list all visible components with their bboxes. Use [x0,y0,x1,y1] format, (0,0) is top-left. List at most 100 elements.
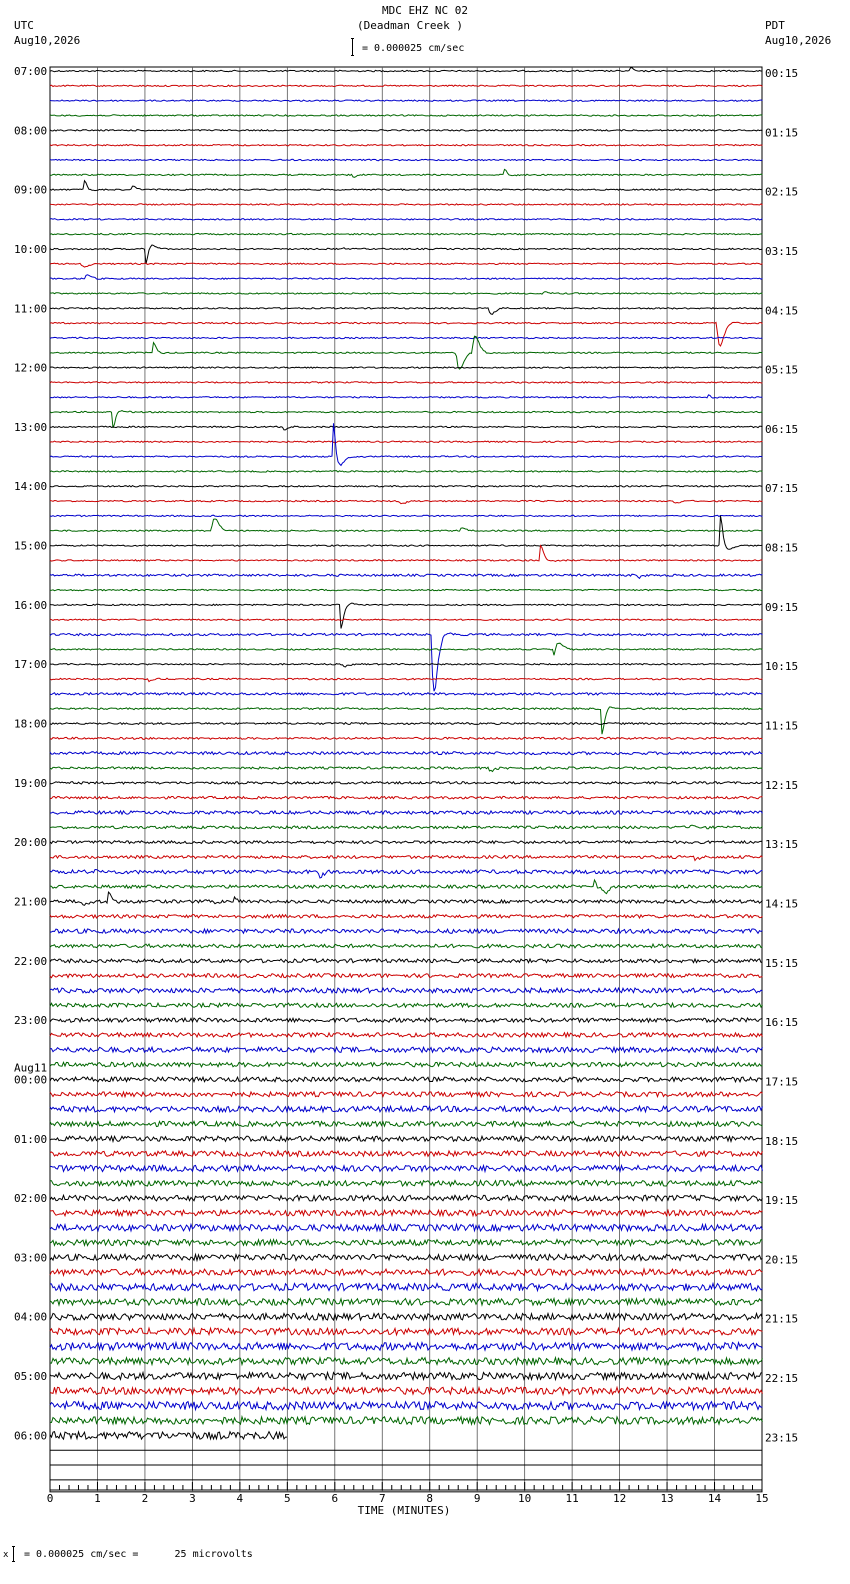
seismic-trace [49,440,763,444]
utc-hour-label: 17:00 [14,658,47,671]
seismic-trace [49,839,763,845]
seismic-trace [49,179,763,192]
utc-hour-label: 04:00 [14,1311,47,1324]
utc-hour-label: 15:00 [14,540,47,553]
seismic-trace [49,972,763,979]
x-tick-label: 10 [518,1492,531,1505]
pdt-hour-label: 20:15 [765,1253,798,1266]
pdt-hour-label: 06:15 [765,423,798,436]
seismic-trace [49,1193,763,1203]
seismic-trace [49,780,763,785]
seismic-trace [49,1281,763,1293]
pdt-hour-label: 22:15 [765,1372,798,1385]
seismic-trace [49,470,763,473]
seismic-trace [49,927,763,935]
utc-hour-label: 03:00 [14,1251,47,1264]
pdt-hour-label: 03:15 [765,245,798,258]
seismic-trace [49,795,763,800]
seismic-trace [49,499,763,505]
utc-hour-label: 12:00 [14,362,47,375]
seismic-trace [49,410,763,428]
seismic-trace [49,84,763,88]
seismic-trace [49,1045,763,1054]
seismic-trace [49,306,763,315]
seismic-trace [49,1016,763,1024]
seismic-trace [50,1179,763,1188]
utc-hour-label: 02:00 [14,1192,47,1205]
seismic-trace [49,114,763,117]
utc-hour-label: 16:00 [14,599,47,612]
utc-hour-label: 10:00 [14,243,47,256]
seismic-trace [49,518,763,533]
seismic-trace [49,425,763,431]
seismic-trace [49,1001,763,1009]
seismic-trace [49,544,763,562]
seismic-trace [49,691,763,696]
pdt-hour-label: 05:15 [765,364,798,377]
x-tick-label: 1 [94,1492,101,1505]
pdt-hour-label: 04:15 [765,304,798,317]
seismic-trace [49,143,763,147]
seismic-trace [49,1119,763,1128]
seismic-trace [49,573,763,580]
seismic-trace [49,957,763,964]
seismic-trace [49,1163,763,1174]
seismic-trace [49,1090,763,1099]
x-tick-label: 0 [47,1492,54,1505]
pdt-hour-label: 21:15 [765,1313,798,1326]
seismic-trace [49,706,763,735]
utc-hour-label: 19:00 [14,777,47,790]
pdt-hour-label: 10:15 [765,660,798,673]
seismic-trace [49,588,763,592]
utc-hour-label: 20:00 [14,836,47,849]
seismic-trace [49,99,763,103]
seismic-trace [49,1149,763,1158]
seismic-trace [49,232,763,236]
seismic-trace [49,262,763,268]
seismic-trace [49,168,763,178]
utc-hour-label: 11:00 [14,302,47,315]
seismic-trace [49,1031,763,1039]
seismic-trace [49,1222,763,1233]
seismic-trace [49,1104,763,1114]
seismic-trace [49,335,763,370]
x-tick-label: 6 [331,1492,338,1505]
seismic-trace [49,366,763,369]
utc-hour-label: 21:00 [14,895,47,908]
seismic-trace [49,986,763,995]
x-tick-label: 13 [660,1492,673,1505]
seismic-trace [49,868,763,879]
utc-hour-label: 23:00 [14,1014,47,1027]
helicorder-plot: 07:00 08:00 09:00 10:00 11:00 12:00 13:00 14:00… [14,65,798,1517]
seismic-trace [49,632,763,692]
seismic-trace [49,1208,763,1218]
seismic-trace [49,1237,763,1248]
x-tick-label: 5 [284,1492,291,1505]
seismic-trace [49,809,763,816]
seismic-trace [49,1075,763,1084]
seismic-trace [49,244,763,265]
utc-hour-label: 14:00 [14,480,47,493]
seismic-trace [49,1060,763,1069]
seismic-trace [49,274,763,280]
seismic-traces [49,67,763,1481]
seismic-trace [49,291,763,295]
utc-hour-label: 18:00 [14,718,47,731]
seismic-trace [49,1296,763,1307]
x-tick-label: 9 [474,1492,481,1505]
pdt-hour-label: 23:15 [765,1431,798,1444]
utc-hour-label: 07:00 [14,65,47,78]
seismic-trace [49,158,763,162]
seismic-trace [49,321,763,347]
x-tick-label: 15 [755,1492,768,1505]
pdt-hour-label: 15:15 [765,957,798,970]
pdt-hour-label: 11:15 [765,720,798,733]
pdt-hour-label: 07:15 [765,482,798,495]
seismic-trace [49,677,763,683]
pdt-hour-label: 12:15 [765,779,798,792]
seismic-trace [49,217,763,221]
x-tick-label: 2 [142,1492,149,1505]
seismic-trace [49,336,763,340]
seismic-trace [49,1355,763,1367]
pdt-hour-label: 13:15 [765,838,798,851]
